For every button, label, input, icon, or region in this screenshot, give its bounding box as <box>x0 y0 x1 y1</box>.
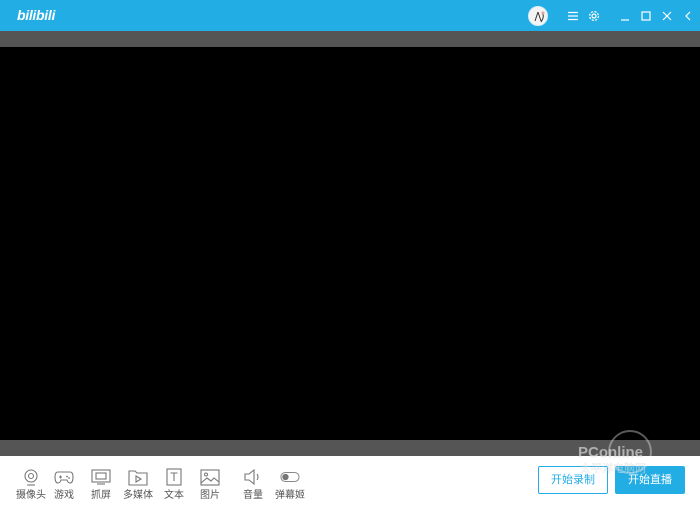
camera-icon <box>21 468 41 486</box>
gamepad-icon <box>54 468 74 486</box>
title-bar: bilibili <box>0 0 700 31</box>
volume-icon <box>243 468 263 486</box>
image-button[interactable]: 图片 <box>190 468 230 504</box>
bilibili-logo: bilibili <box>17 7 56 23</box>
start-live-button[interactable]: 开始直播 <box>615 466 685 494</box>
toggle-icon <box>280 468 300 486</box>
minimize-icon[interactable] <box>617 7 633 24</box>
text-icon <box>164 468 184 486</box>
preview-bottom-bar <box>0 440 700 456</box>
menu-icon[interactable] <box>565 7 581 24</box>
maximize-icon[interactable] <box>638 7 654 24</box>
image-icon <box>200 468 220 486</box>
start-record-button[interactable]: 开始录制 <box>538 466 608 494</box>
preview-area[interactable] <box>0 47 700 440</box>
media-folder-icon <box>128 468 148 486</box>
screen-capture-icon <box>91 468 111 486</box>
danmaku-toggle[interactable]: 弹幕姬 <box>270 468 310 504</box>
avatar[interactable] <box>528 6 548 26</box>
settings-icon[interactable] <box>586 7 602 24</box>
collapse-icon[interactable] <box>680 7 696 24</box>
preview-top-bar <box>0 31 700 47</box>
close-icon[interactable] <box>659 7 675 24</box>
danmaku-label: 弹幕姬 <box>275 490 305 501</box>
